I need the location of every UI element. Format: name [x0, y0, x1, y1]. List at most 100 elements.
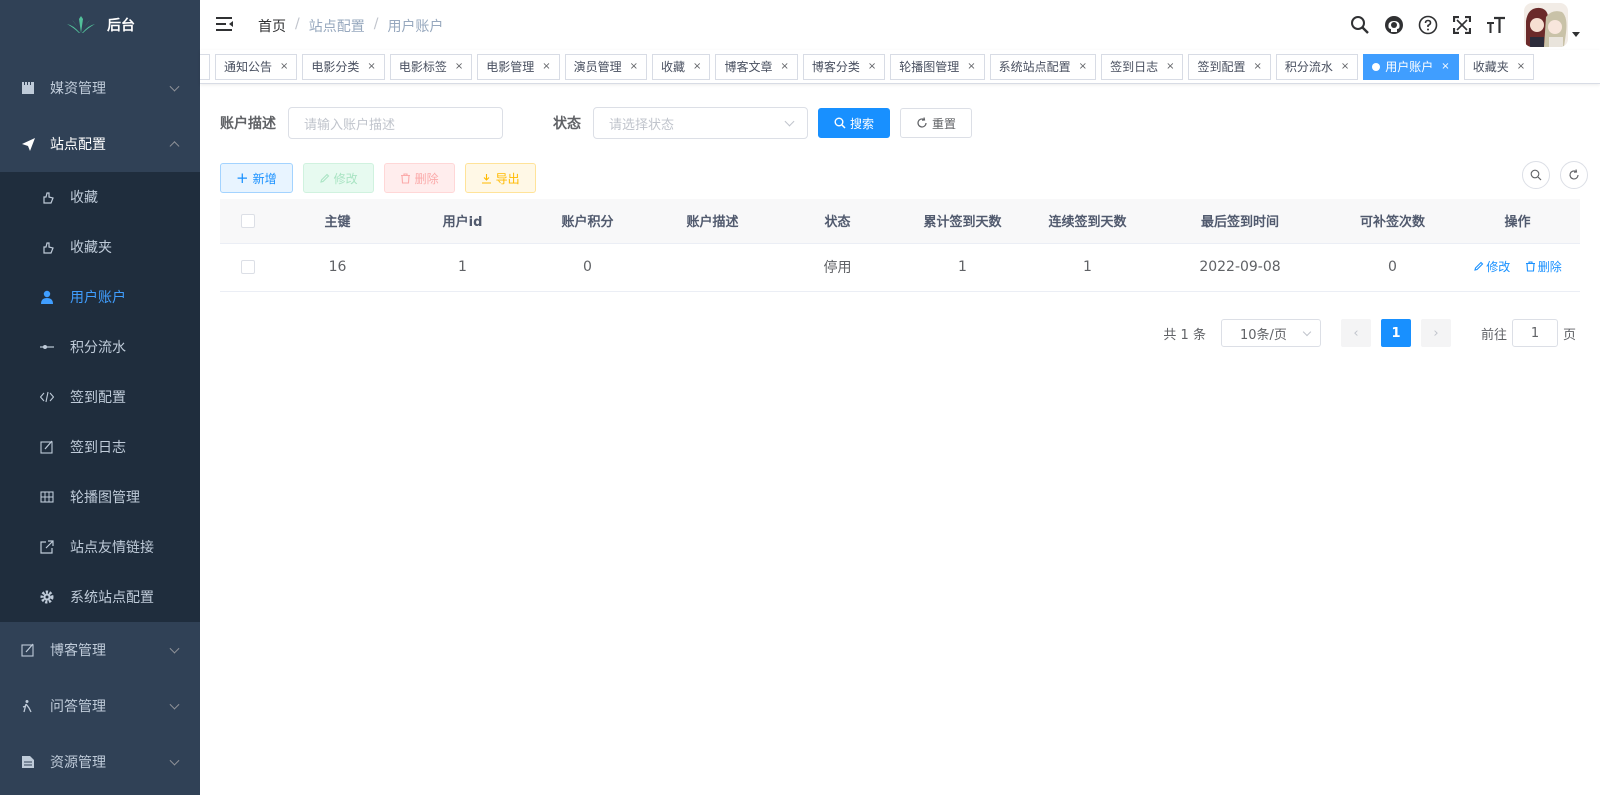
- close-icon[interactable]: ×: [630, 55, 638, 79]
- breadcrumb-home[interactable]: 首页: [258, 16, 286, 36]
- help-icon[interactable]: [1418, 15, 1438, 35]
- add-button[interactable]: + 新增: [220, 163, 293, 193]
- close-icon[interactable]: ×: [693, 55, 701, 79]
- goto-page-input[interactable]: 1: [1511, 319, 1558, 347]
- menu-media[interactable]: 媒资管理: [0, 60, 200, 116]
- table-header-row: 主键 用户id 账户积分 账户描述 状态 累计签到天数 连续签到天数 最后签到时…: [220, 199, 1580, 244]
- tag-partial[interactable]: [200, 54, 210, 80]
- close-icon[interactable]: ×: [280, 55, 288, 79]
- plus-icon: +: [236, 168, 249, 187]
- menu-blog[interactable]: 博客管理: [0, 622, 200, 678]
- tag-label: 签到日志: [1110, 60, 1159, 74]
- tag-item[interactable]: 博客分类 ×: [802, 54, 886, 80]
- search-button[interactable]: 搜索: [818, 108, 891, 138]
- menu-label: 媒资管理: [50, 81, 106, 97]
- toggle-search-button[interactable]: [1522, 161, 1550, 189]
- search-button-label: 搜索: [850, 116, 875, 131]
- reset-button[interactable]: 重置: [900, 108, 973, 138]
- sidebar-item-system-config[interactable]: 系统站点配置: [0, 572, 200, 622]
- page-number-current[interactable]: 1: [1380, 319, 1411, 347]
- search-icon[interactable]: [1350, 15, 1370, 35]
- tag-item[interactable]: 电影标签 ×: [389, 54, 473, 80]
- tag-item[interactable]: 演员管理 ×: [564, 54, 648, 80]
- tag-item[interactable]: 收藏夹 ×: [1463, 54, 1535, 80]
- sidebar-item-favorites[interactable]: 收藏: [0, 172, 200, 222]
- close-icon[interactable]: ×: [1441, 55, 1449, 79]
- tag-item-active[interactable]: 用户账户 ×: [1363, 54, 1459, 80]
- select-all-checkbox[interactable]: [240, 213, 255, 228]
- tag-item[interactable]: 签到配置 ×: [1188, 54, 1271, 80]
- tag-item[interactable]: 通知公告 ×: [215, 54, 298, 80]
- cell-points: 0: [525, 243, 650, 292]
- close-icon[interactable]: ×: [780, 55, 788, 79]
- tag-item[interactable]: 积分流水 ×: [1275, 54, 1359, 80]
- status-label: 状态: [553, 116, 581, 132]
- tag-item[interactable]: 博客文章 ×: [715, 54, 798, 80]
- tag-item[interactable]: 收藏 ×: [652, 54, 711, 80]
- close-icon[interactable]: ×: [1166, 55, 1174, 79]
- close-icon[interactable]: ×: [1079, 55, 1087, 79]
- close-icon[interactable]: ×: [967, 55, 975, 79]
- tag-item[interactable]: 轮播图管理 ×: [890, 54, 985, 80]
- row-delete-label: 删除: [1537, 260, 1562, 274]
- send-icon: [20, 136, 36, 152]
- close-icon[interactable]: ×: [1341, 55, 1349, 79]
- tag-item[interactable]: 电影分类 ×: [302, 54, 385, 80]
- tag-label: 通知公告: [224, 60, 273, 74]
- sidebar-item-carousel[interactable]: 轮播图管理: [0, 472, 200, 522]
- tag-label: 博客分类: [811, 60, 860, 74]
- menu-site-config[interactable]: 站点配置: [0, 116, 200, 172]
- desc-input[interactable]: 请输入账户描述: [288, 107, 503, 139]
- tag-item[interactable]: 系统站点配置 ×: [989, 54, 1097, 80]
- sidebar-item-user-account[interactable]: 用户账户: [0, 272, 200, 322]
- next-page-button[interactable]: ›: [1420, 319, 1451, 347]
- close-icon[interactable]: ×: [367, 55, 375, 79]
- status-select[interactable]: 请选择状态: [593, 107, 808, 139]
- prev-page-button[interactable]: ‹: [1340, 319, 1371, 347]
- tag-label: 博客文章: [724, 60, 773, 74]
- sidebar-item-signin-log[interactable]: 签到日志: [0, 422, 200, 472]
- menu-label: 站点配置: [50, 137, 106, 153]
- hamburger-icon[interactable]: [216, 16, 234, 32]
- page-size-select[interactable]: 10条/页: [1220, 319, 1321, 347]
- row-delete-link[interactable]: 删除: [1525, 258, 1562, 275]
- delete-button-label: 删除: [414, 171, 439, 186]
- sidebar-item-label: 收藏夹: [70, 240, 112, 256]
- close-icon[interactable]: ×: [1253, 55, 1261, 79]
- refresh-button[interactable]: [1560, 161, 1588, 189]
- row-checkbox[interactable]: [240, 260, 255, 274]
- export-button[interactable]: 导出: [464, 163, 536, 193]
- menu-resources[interactable]: 资源管理: [0, 734, 200, 790]
- close-icon[interactable]: ×: [455, 55, 463, 79]
- font-size-icon[interactable]: [1486, 15, 1506, 35]
- close-icon[interactable]: ×: [1517, 55, 1525, 79]
- sidebar-item-folders[interactable]: 收藏夹: [0, 222, 200, 272]
- breadcrumb: 首页 / 站点配置 / 用户账户: [258, 16, 443, 36]
- menu-qa[interactable]: 问答管理: [0, 678, 200, 734]
- tag-item[interactable]: 电影管理 ×: [477, 54, 560, 80]
- sidebar-item-signin-config[interactable]: 签到配置: [0, 372, 200, 422]
- avatar[interactable]: [1524, 3, 1568, 47]
- fullscreen-icon[interactable]: [1452, 15, 1472, 35]
- refresh-icon: [917, 117, 927, 128]
- goto-label: 前往: [1480, 327, 1507, 343]
- edit-icon: [1474, 261, 1484, 271]
- delete-button[interactable]: 删除: [383, 163, 455, 193]
- active-dot-icon: [1372, 63, 1381, 71]
- sidebar-item-label: 用户账户: [70, 290, 126, 306]
- close-icon[interactable]: ×: [868, 55, 876, 79]
- row-edit-link[interactable]: 修改: [1473, 258, 1510, 275]
- github-icon[interactable]: [1384, 15, 1404, 35]
- edit-button[interactable]: 修改: [302, 163, 374, 193]
- tag-item[interactable]: 签到日志 ×: [1101, 54, 1184, 80]
- cell-total-days: 1: [900, 243, 1025, 292]
- sidebar-item-points-log[interactable]: 积分流水: [0, 322, 200, 372]
- sidebar-item-friend-links[interactable]: 站点友情链接: [0, 522, 200, 572]
- guide-icon: [20, 698, 36, 714]
- breadcrumb-current: 用户账户: [387, 19, 444, 35]
- close-icon[interactable]: ×: [542, 55, 550, 79]
- avatar-dropdown-icon[interactable]: [1572, 31, 1580, 37]
- column-header: 账户描述: [650, 199, 775, 244]
- logo[interactable]: 后台: [0, 0, 200, 50]
- column-header: 累计签到天数: [900, 199, 1025, 244]
